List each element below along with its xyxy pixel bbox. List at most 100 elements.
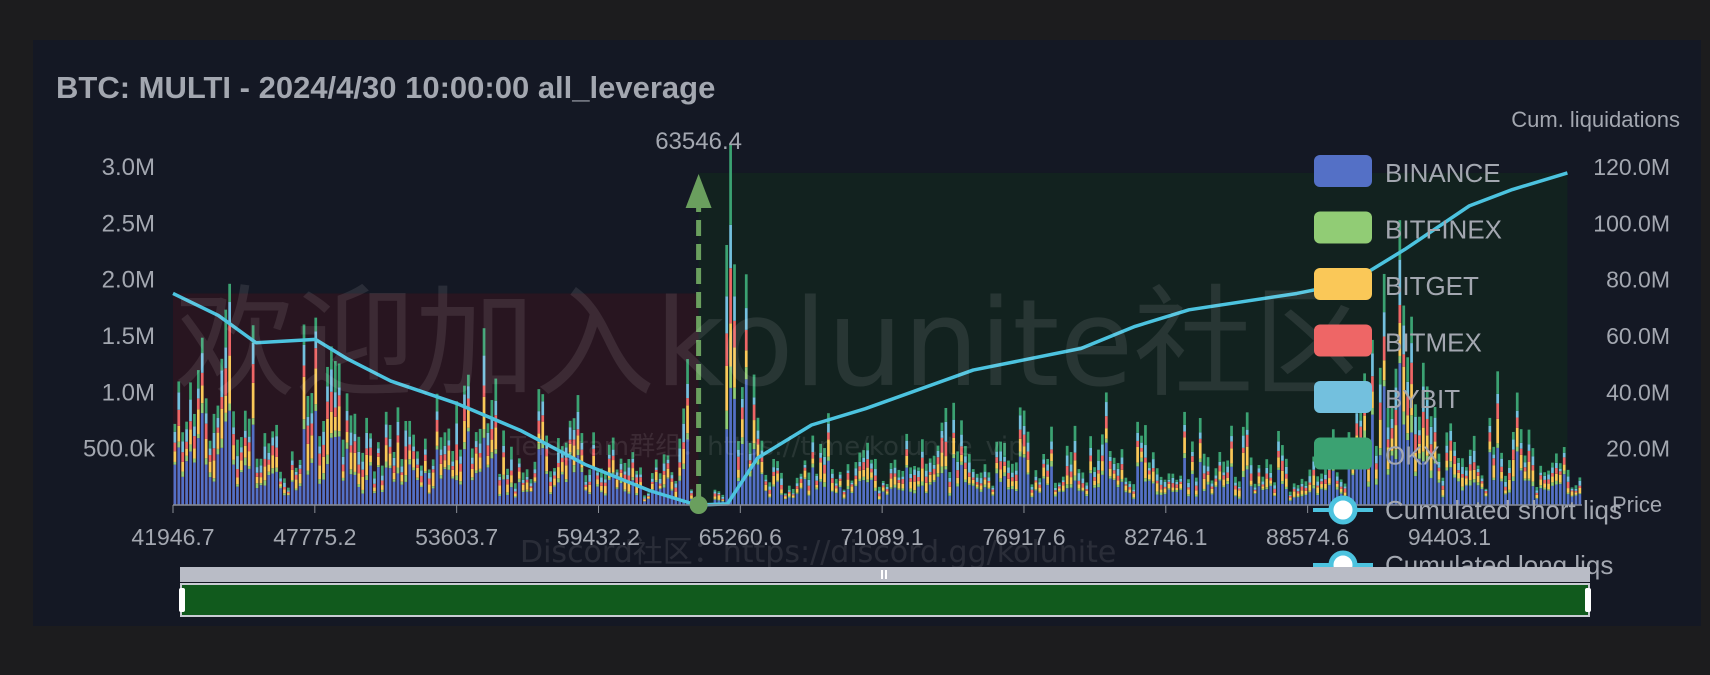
bar-binance <box>1241 477 1245 505</box>
bar-bitfinex <box>420 485 423 488</box>
bar-bybit <box>1245 429 1249 435</box>
bar-bitfinex <box>1214 485 1218 487</box>
bar-bitfinex <box>294 488 298 491</box>
bar-bitget <box>1284 478 1288 487</box>
bar-bitget <box>1128 489 1132 493</box>
bar-bitmex <box>1198 438 1202 444</box>
bar-bybit <box>952 419 956 433</box>
bar-bitfinex <box>517 478 521 483</box>
legend-item-binance[interactable]: BINANCE <box>1314 155 1501 188</box>
bar-bybit <box>1198 432 1202 439</box>
bar-bitfinex <box>455 475 458 481</box>
bar-bitget <box>1253 491 1257 494</box>
bar-bitget <box>662 474 666 485</box>
bar-bitfinex <box>353 471 357 475</box>
bar-bybit <box>392 457 396 466</box>
bar-bybit <box>271 437 275 446</box>
bar-bitmex <box>1574 490 1578 493</box>
bar-binance <box>286 495 290 505</box>
bar-bitfinex <box>999 478 1002 482</box>
bar-bitfinex <box>1132 497 1136 499</box>
bar-bitget <box>1183 437 1186 454</box>
bar-bybit <box>451 461 455 467</box>
bar-bitget <box>193 448 196 459</box>
bar-binance <box>236 486 239 505</box>
bar-bitmex <box>1343 488 1347 493</box>
bar-bitget <box>1453 463 1456 475</box>
bar-binance <box>971 485 975 505</box>
bar-bybit <box>1453 450 1456 457</box>
bar-bitfinex <box>373 491 376 494</box>
bar-bitfinex <box>1324 488 1327 491</box>
bar-bitget <box>830 483 834 491</box>
bar-bitget <box>1046 476 1049 484</box>
legend-item-bitmex[interactable]: BITMEX <box>1314 324 1482 358</box>
data-zoom-slider[interactable] <box>179 567 1591 617</box>
bar-bitfinex <box>600 490 603 493</box>
bar-binance <box>369 465 372 505</box>
bar-bitfinex <box>1148 479 1151 481</box>
bar-okx <box>1523 455 1527 463</box>
bar-binance <box>604 495 607 505</box>
legend-item-bitget[interactable]: BITGET <box>1314 268 1479 301</box>
slider-handle-right[interactable] <box>1585 588 1591 612</box>
bar-bitfinex <box>1551 482 1554 486</box>
bar-okx <box>498 473 502 477</box>
bar-bitget <box>1054 491 1057 495</box>
bar-bybit <box>423 449 427 455</box>
bar-bitmex <box>1515 417 1519 428</box>
bar-okx <box>1465 467 1468 471</box>
bar-bitget <box>1339 488 1343 492</box>
bar-bitmex <box>1120 464 1124 470</box>
bar-bitfinex <box>1492 477 1496 481</box>
slider-selection[interactable] <box>180 583 1590 617</box>
bar-binance <box>271 473 275 505</box>
bar-bybit <box>1230 436 1233 442</box>
bar-bitfinex <box>1014 489 1018 492</box>
bar-bitfinex <box>193 458 196 463</box>
bar-bybit <box>1558 468 1562 472</box>
bar-bitget <box>1488 441 1492 450</box>
bar-bybit <box>1468 455 1472 465</box>
bar-bitmex <box>232 434 235 446</box>
bar-bitmex <box>913 475 916 482</box>
bar-bitfinex <box>1437 479 1441 483</box>
bar-okx <box>1089 436 1093 449</box>
bar-bitget <box>1476 475 1480 483</box>
bar-bitmex <box>443 454 447 461</box>
bar-bybit <box>639 474 642 478</box>
bar-okx <box>459 449 462 457</box>
bar-bybit <box>803 464 807 468</box>
bar-bitfinex <box>1296 495 1300 498</box>
bar-okx <box>1492 446 1496 455</box>
bar-bitfinex <box>924 491 928 494</box>
bar-okx <box>1194 477 1198 482</box>
bar-bitmex <box>1175 484 1179 488</box>
bar-bitfinex <box>866 479 869 483</box>
bar-binance <box>1324 490 1327 505</box>
bar-bybit <box>729 224 732 269</box>
legend-item-bitfinex[interactable]: BITFINEX <box>1314 211 1502 245</box>
slider-grip-icon[interactable] <box>881 570 883 579</box>
bar-binance <box>948 495 952 505</box>
bar-binance <box>506 494 509 505</box>
bar-binance <box>780 494 783 505</box>
bar-okx <box>889 463 893 469</box>
bar-bitget <box>263 466 267 481</box>
bar-okx <box>635 470 639 475</box>
bar-okx <box>365 417 368 433</box>
bar-bitget <box>560 462 564 472</box>
bar-bitget <box>858 470 862 479</box>
bar-bitget <box>208 461 212 473</box>
bar-binance <box>1148 480 1151 505</box>
bar-bitget <box>1449 450 1453 462</box>
x-tick-label: 41946.7 <box>131 524 214 550</box>
bar-bitget <box>463 420 466 443</box>
legend-item-bybit[interactable]: BYBIT <box>1314 381 1460 414</box>
slider-handle-left[interactable] <box>179 588 185 612</box>
bar-bybit <box>408 436 412 445</box>
bar-okx <box>1449 423 1453 431</box>
bar-bybit <box>1519 442 1523 449</box>
bar-bybit <box>971 472 975 478</box>
bar-bitget <box>1241 452 1245 471</box>
